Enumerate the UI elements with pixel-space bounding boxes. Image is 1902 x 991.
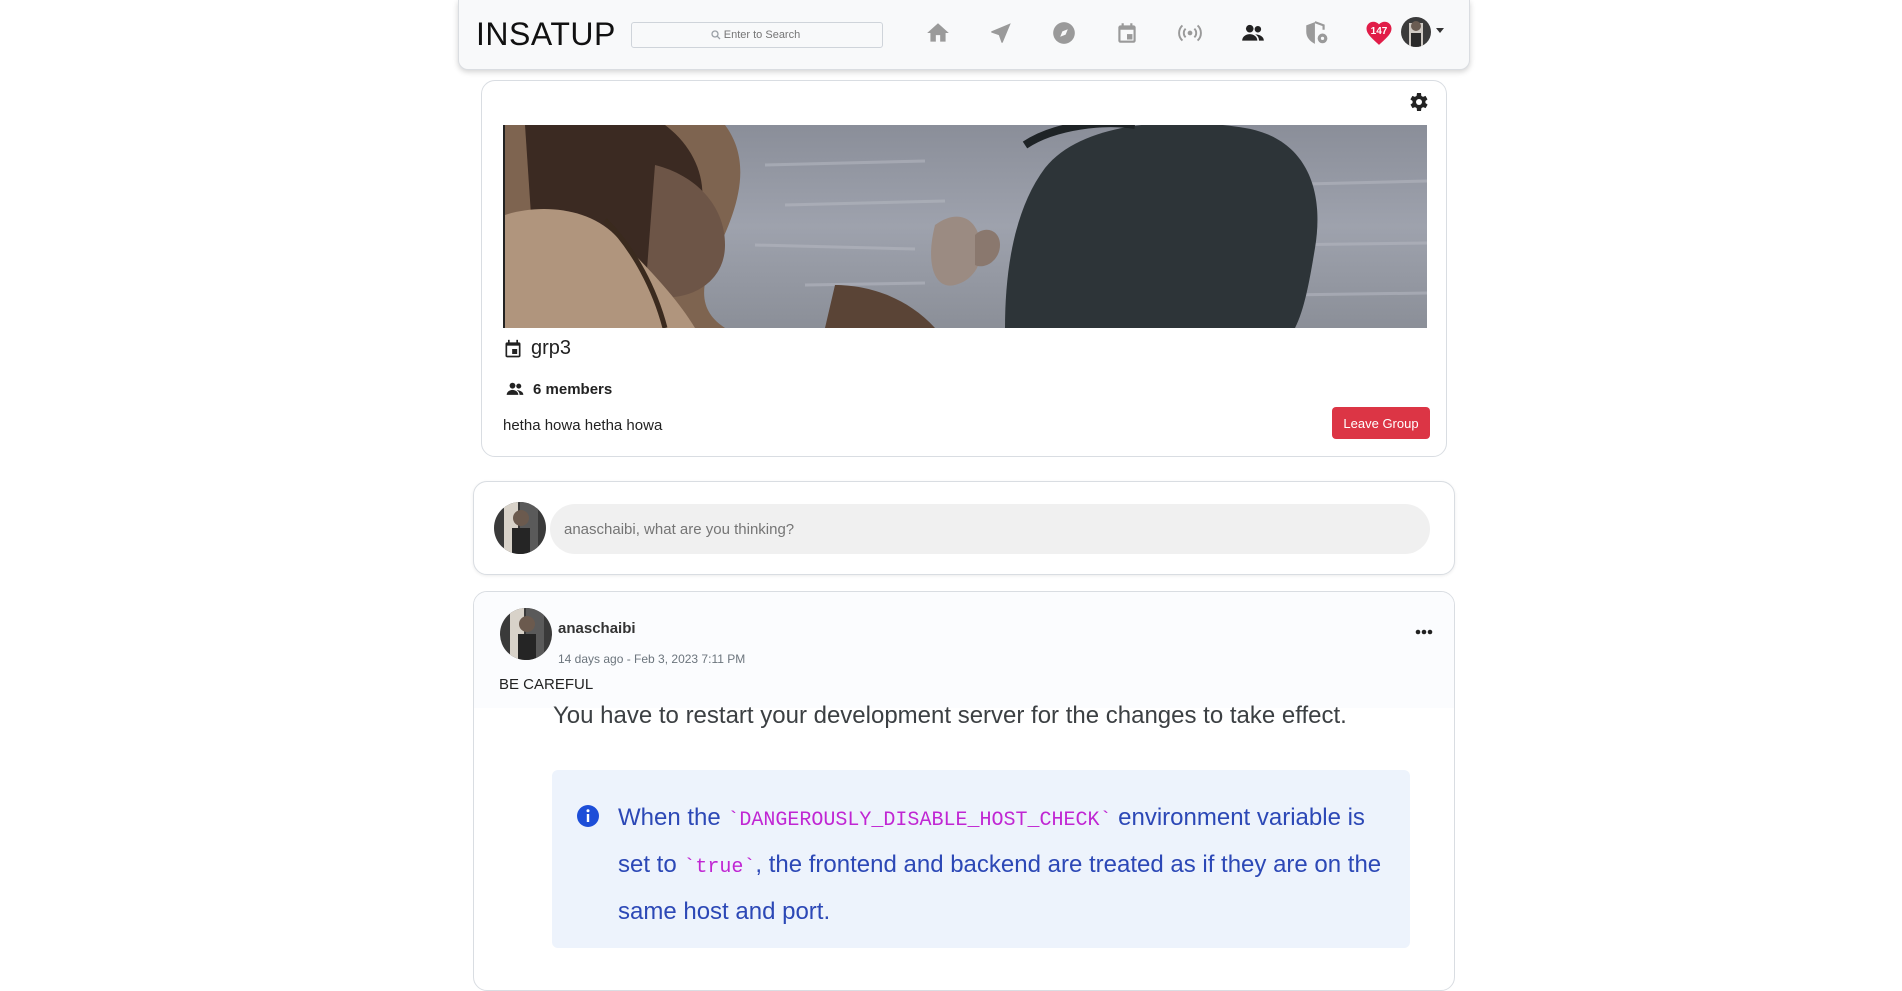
notification-count: 147 bbox=[1370, 26, 1388, 37]
group-card: grp3 6 members hetha howa hetha howa Lea… bbox=[481, 80, 1447, 457]
members-icon bbox=[506, 382, 524, 395]
post-input[interactable] bbox=[550, 504, 1430, 554]
post-composer bbox=[473, 481, 1455, 575]
calendar-icon bbox=[505, 339, 521, 357]
group-description: hetha howa hetha howa bbox=[503, 417, 663, 434]
search-input[interactable] bbox=[631, 22, 883, 48]
avatar[interactable] bbox=[500, 608, 552, 660]
info-icon bbox=[577, 805, 599, 827]
members-row: 6 members bbox=[503, 379, 612, 399]
broadcast-icon[interactable] bbox=[1175, 18, 1205, 48]
avatar[interactable] bbox=[494, 502, 546, 554]
group-name: grp3 bbox=[531, 337, 572, 359]
info-code-env-var: `DANGEROUSLY_DISABLE_HOST_CHECK` bbox=[727, 809, 1112, 832]
event-icon[interactable] bbox=[1112, 18, 1142, 48]
group-cover-image bbox=[503, 125, 1427, 328]
member-count[interactable]: 6 members bbox=[533, 381, 612, 398]
post-text: BE CAREFUL bbox=[499, 676, 594, 693]
home-icon[interactable] bbox=[923, 18, 953, 48]
post-image-info-box: When the `DANGEROUSLY_DISABLE_HOST_CHECK… bbox=[552, 770, 1410, 948]
more-options-icon[interactable] bbox=[1410, 622, 1438, 642]
post-image-info-text: When the `DANGEROUSLY_DISABLE_HOST_CHECK… bbox=[618, 796, 1388, 934]
user-avatar[interactable] bbox=[1401, 17, 1431, 47]
leave-group-button[interactable]: Leave Group bbox=[1332, 407, 1430, 439]
groups-icon[interactable] bbox=[1238, 18, 1268, 48]
navigate-icon[interactable] bbox=[986, 18, 1016, 48]
search-icon bbox=[711, 30, 721, 40]
post-timestamp: 14 days ago - Feb 3, 2023 7:11 PM bbox=[558, 652, 746, 666]
heart-notifications-icon[interactable]: 147 bbox=[1364, 18, 1394, 48]
notification-badge: 147 bbox=[1364, 18, 1394, 48]
brand-logo[interactable]: INSATUP bbox=[476, 16, 616, 53]
gear-icon[interactable] bbox=[1406, 90, 1430, 114]
top-navbar: INSATUP 147 bbox=[458, 0, 1470, 70]
search-box bbox=[631, 22, 883, 48]
chevron-down-icon[interactable] bbox=[1436, 28, 1444, 33]
post-card: anaschaibi 14 days ago - Feb 3, 2023 7:1… bbox=[473, 591, 1455, 991]
info-text-part: When the bbox=[618, 804, 728, 831]
info-code-true: `true` bbox=[683, 856, 756, 879]
explore-icon[interactable] bbox=[1049, 18, 1079, 48]
post-author[interactable]: anaschaibi bbox=[558, 620, 636, 637]
post-header bbox=[474, 592, 1454, 708]
group-name-row: grp3 bbox=[503, 337, 571, 360]
admin-shield-icon[interactable] bbox=[1301, 18, 1331, 48]
post-image-text-line: You have to restart your development ser… bbox=[553, 702, 1347, 729]
